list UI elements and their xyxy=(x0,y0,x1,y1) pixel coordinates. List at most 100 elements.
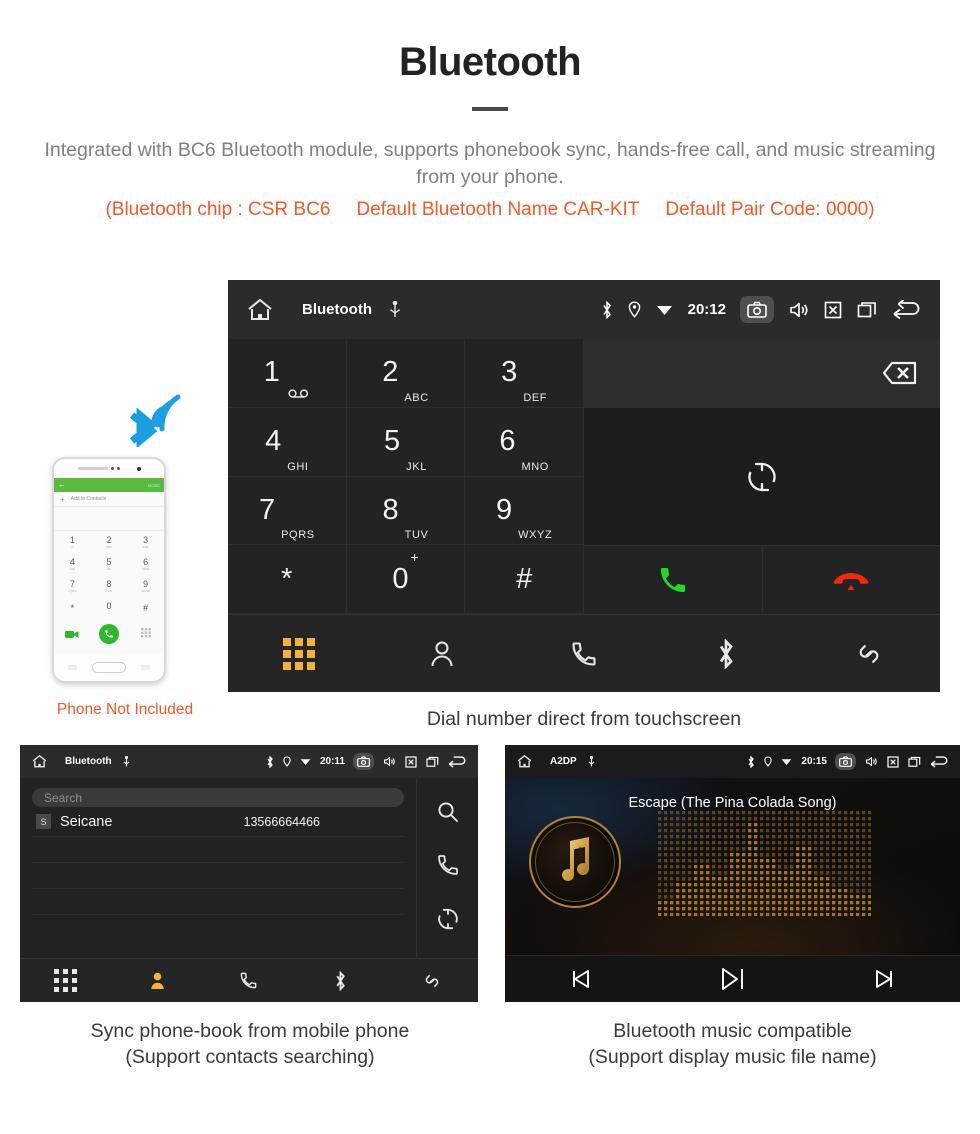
tab-pair[interactable] xyxy=(798,639,940,669)
phone-back-icon: ← xyxy=(58,480,66,489)
tab-keypad[interactable] xyxy=(228,637,370,670)
contact-name: Seicane xyxy=(60,813,113,830)
phonebook-body: Search S Seicane 13566664466 xyxy=(20,778,478,958)
phone-key: 5 JKL xyxy=(106,556,112,571)
bluetooth-feature-page: Bluetooth Integrated with BC6 Bluetooth … xyxy=(0,0,980,1134)
call-icon[interactable] xyxy=(436,853,460,882)
phone-videocall-icon xyxy=(54,630,91,639)
camera-icon[interactable] xyxy=(740,296,774,323)
tab-call-log[interactable] xyxy=(203,971,295,990)
phonebook-clock: 20:11 xyxy=(319,756,345,767)
search-input[interactable]: Search xyxy=(32,788,404,807)
spec-line: (Bluetooth chip : CSR BC6 Default Bluetoo… xyxy=(0,199,980,221)
location-icon xyxy=(283,756,291,767)
phonebook-side-actions xyxy=(416,778,478,958)
back-icon[interactable] xyxy=(930,755,949,768)
dial-key-2[interactable]: 2 ABC xyxy=(346,339,466,408)
tab-bluetooth[interactable] xyxy=(295,970,387,991)
dialer-side-actions xyxy=(584,339,940,614)
dial-key-4[interactable]: 4 GHI xyxy=(228,407,347,477)
backspace-button[interactable] xyxy=(584,339,940,408)
bluetooth-signal-icon xyxy=(118,385,188,452)
dial-key-6[interactable]: 6 MNO xyxy=(465,407,584,477)
previous-button[interactable] xyxy=(505,966,657,992)
dial-key-0[interactable]: 0 + xyxy=(346,545,466,614)
music-caption-line1: Bluetooth music compatible xyxy=(613,1020,852,1042)
contact-initial-badge: S xyxy=(36,814,51,829)
dial-key-7[interactable]: 7 PQRS xyxy=(228,476,347,546)
volume-icon[interactable] xyxy=(383,756,396,767)
phonebook-caption-line2: (Support contacts searching) xyxy=(125,1046,375,1068)
phone-not-included-note: Phone Not Included xyxy=(56,701,194,718)
dial-key-5[interactable]: 5 JKL xyxy=(346,407,466,477)
phone-navigation-bar xyxy=(54,654,164,681)
dialer-clock: 20:12 xyxy=(687,301,726,318)
phone-dial-actions xyxy=(54,619,164,649)
wifi-icon xyxy=(781,757,792,766)
page-subtitle: Integrated with BC6 Bluetooth module, su… xyxy=(44,139,936,188)
recent-apps-icon[interactable] xyxy=(857,301,877,319)
back-icon[interactable] xyxy=(892,299,922,320)
close-box-icon[interactable] xyxy=(405,755,417,768)
camera-icon[interactable] xyxy=(835,753,856,770)
volume-icon[interactable] xyxy=(789,301,809,319)
sync-icon[interactable] xyxy=(436,907,460,936)
phone-key: 6 MNO xyxy=(142,556,150,571)
spec-pair-code: Default Pair Code: 0000) xyxy=(665,199,875,220)
volume-icon[interactable] xyxy=(865,756,878,767)
music-caption: Bluetooth music compatible (Support disp… xyxy=(505,1018,960,1070)
music-stage: Escape (The Pina Colada Song) xyxy=(505,778,960,955)
recent-apps-icon[interactable] xyxy=(908,756,921,768)
phone-earpiece xyxy=(54,459,164,478)
tab-contacts[interactable] xyxy=(370,640,512,668)
dial-key-star[interactable]: * xyxy=(228,545,347,614)
next-button[interactable] xyxy=(808,966,960,992)
tab-bluetooth[interactable] xyxy=(655,638,797,669)
phone-key: 7 PQRS xyxy=(68,578,77,593)
home-icon[interactable] xyxy=(516,754,533,769)
contact-row[interactable]: S Seicane 13566664466 xyxy=(32,807,404,837)
plus-icon: + xyxy=(60,494,65,504)
dialer-caption: Dial number direct from touchscreen xyxy=(426,708,742,730)
phonebook-status-bar: Bluetooth 20:11 xyxy=(20,745,478,778)
hangup-button[interactable] xyxy=(762,546,940,614)
camera-icon[interactable] xyxy=(353,753,374,770)
music-note-bluetooth-icon xyxy=(562,837,590,882)
dialer-tab-bar xyxy=(228,614,940,692)
tab-call-log[interactable] xyxy=(513,640,655,668)
spec-chip: (Bluetooth chip : CSR BC6 xyxy=(105,199,331,220)
search-icon[interactable] xyxy=(436,800,460,829)
back-icon[interactable] xyxy=(448,755,467,768)
wifi-icon xyxy=(656,303,673,316)
dial-key-9[interactable]: 9 WXYZ xyxy=(465,476,584,546)
close-box-icon[interactable] xyxy=(824,301,842,319)
album-art xyxy=(529,816,621,908)
dial-key-8[interactable]: 8 TUV xyxy=(346,476,466,546)
page-title: Bluetooth xyxy=(398,40,582,84)
phone-key: 9 WXYZ xyxy=(141,578,150,593)
dial-key-3[interactable]: 3 DEF xyxy=(465,339,584,408)
tab-pair[interactable] xyxy=(386,971,478,991)
phone-keypad-toggle-icon xyxy=(127,628,164,640)
voicemail-icon xyxy=(288,385,310,407)
home-icon[interactable] xyxy=(31,754,48,769)
phone-call-button xyxy=(91,624,128,644)
tab-contacts[interactable] xyxy=(112,971,204,990)
tab-keypad[interactable] xyxy=(20,969,112,992)
recent-apps-icon[interactable] xyxy=(426,756,439,768)
keypad-icon xyxy=(54,969,78,992)
close-box-icon[interactable] xyxy=(887,755,899,768)
phone-number-field xyxy=(54,507,164,531)
phone-more-label: MORE xyxy=(148,482,160,488)
dial-key-1[interactable]: 1 xyxy=(228,339,347,408)
phone-key: 2 ABC xyxy=(105,534,113,549)
sync-button[interactable] xyxy=(584,408,940,546)
location-icon xyxy=(764,756,773,767)
play-pause-button[interactable] xyxy=(657,965,809,993)
home-icon[interactable] xyxy=(246,297,274,323)
usb-icon xyxy=(122,755,131,768)
call-button[interactable] xyxy=(584,546,763,614)
dial-key-hash[interactable]: # xyxy=(465,545,584,614)
contact-row-empty xyxy=(32,837,404,863)
usb-icon xyxy=(587,755,596,768)
